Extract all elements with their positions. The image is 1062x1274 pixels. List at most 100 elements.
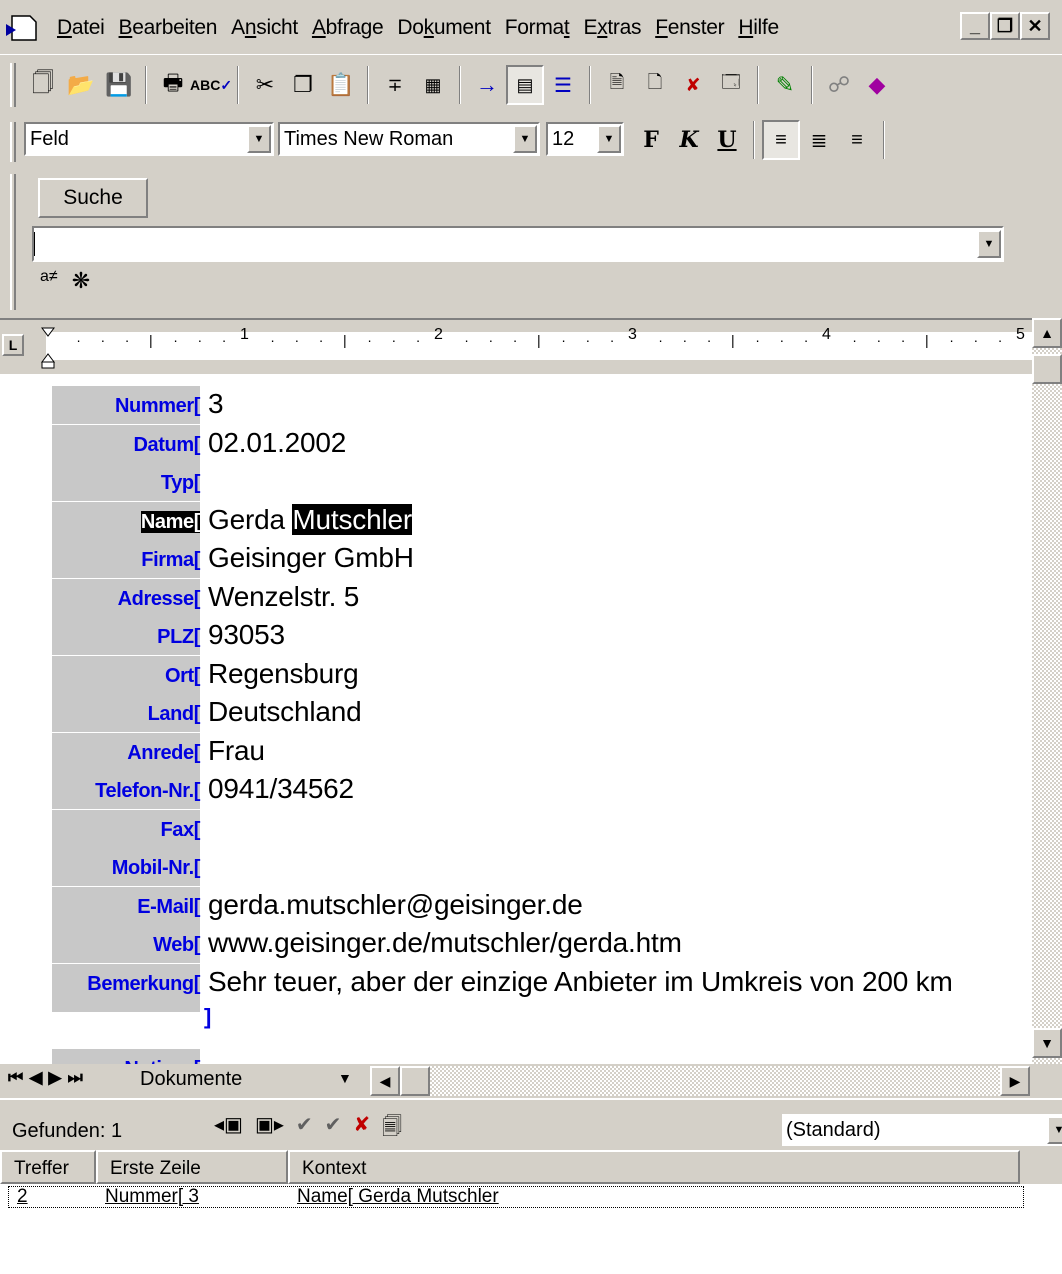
field-value[interactable]: Gerda Mutschler [208, 502, 412, 538]
field-value[interactable]: gerda.mutschler@geisinger.de [208, 887, 583, 923]
replace-icon[interactable]: 🗐 [382, 1112, 402, 1146]
chevron-down-icon[interactable]: ▼ [513, 125, 537, 153]
field-label[interactable]: Fax[ [52, 809, 200, 848]
scroll-thumb[interactable] [1032, 354, 1062, 384]
align-center-icon[interactable]: ≣ [800, 120, 838, 160]
last-record-icon[interactable]: ⏭ [67, 1068, 82, 1088]
vertical-scrollbar[interactable]: ▲ ▼ [1032, 318, 1062, 1064]
field-value[interactable]: www.geisinger.de/mutschler/gerda.htm [208, 925, 682, 961]
scroll-up-icon[interactable]: ▲ [1032, 318, 1062, 348]
document-icon[interactable] [6, 14, 40, 42]
field-list-icon[interactable]: ▦ [414, 65, 452, 105]
document-view[interactable]: Nummer[3 Datum[02.01.2002 Typ[Name[Gerda M… [0, 374, 1032, 1064]
field-label[interactable]: Adresse[ [52, 578, 200, 617]
chevron-down-icon[interactable]: ▼ [597, 125, 621, 153]
align-right-icon[interactable]: ≡ [838, 120, 876, 160]
menu-item-fenster[interactable]: Fenster [648, 10, 731, 46]
copy-icon[interactable]: ❐ [284, 65, 322, 105]
search-button[interactable]: Suche [38, 178, 148, 218]
menu-item-ansicht[interactable]: Ansicht [224, 10, 305, 46]
restore-icon[interactable]: ❐ [990, 12, 1020, 40]
properties-icon[interactable]: 🗔 [712, 65, 750, 105]
field-label[interactable]: Bemerkung[ [52, 963, 200, 1002]
help-book-icon[interactable]: ◆ [858, 65, 896, 105]
chevron-down-icon[interactable]: ▼ [977, 230, 1001, 258]
wildcard-icon[interactable]: ❋ [72, 268, 90, 294]
mark-icon[interactable]: ✔ [296, 1112, 313, 1146]
mark-all-icon[interactable]: ✔ [325, 1112, 342, 1146]
table-row[interactable]: 2 Nummer[ 3 Name[ Gerda Mutschler [8, 1186, 1024, 1208]
field-value[interactable]: Wenzelstr. 5 [208, 579, 359, 615]
table-view-icon[interactable]: ☰ [544, 65, 582, 105]
italic-button[interactable]: K [670, 120, 708, 160]
chevron-down-icon[interactable]: ▼ [338, 1070, 352, 1086]
cut-icon[interactable]: ✂ [246, 65, 284, 105]
field-label[interactable]: Firma[ [52, 540, 200, 578]
scroll-left-icon[interactable]: ◀ [370, 1066, 400, 1096]
underline-button[interactable]: U [708, 120, 746, 160]
field-label[interactable]: Name[ [52, 501, 200, 540]
align-left-icon[interactable]: ≡ [762, 120, 800, 160]
page-view-icon[interactable]: ▤ [506, 65, 544, 105]
field-value[interactable]: Regensburg [208, 656, 359, 692]
style-select[interactable]: Feld ▼ [24, 122, 274, 156]
field-label[interactable]: Anrede[ [52, 732, 200, 771]
case-sensitive-icon[interactable]: a≠ [40, 268, 58, 294]
tab-stop-icon[interactable]: L [2, 334, 24, 356]
field-value[interactable]: Frau [208, 733, 265, 769]
field-label[interactable]: Land[ [52, 694, 200, 732]
field-value[interactable]: 93053 [208, 617, 285, 653]
column-header[interactable]: Kontext [288, 1150, 1020, 1184]
indent-marker-icon[interactable] [40, 326, 56, 370]
field-label[interactable]: Datum[ [52, 424, 200, 463]
field-value[interactable]: 3 [208, 386, 224, 422]
scroll-down-icon[interactable]: ▼ [1032, 1028, 1062, 1058]
field-label[interactable]: Telefon-Nr.[ [52, 771, 200, 809]
link-icon[interactable]: ☍ [820, 65, 858, 105]
menu-item-datei[interactable]: Datei [50, 10, 112, 46]
bold-button[interactable]: F [632, 120, 670, 160]
font-size-select[interactable]: 12 ▼ [546, 122, 624, 156]
field-label[interactable]: Mobil-Nr.[ [52, 848, 200, 886]
field-value[interactable]: Sehr teuer, aber der einzige Anbieter im… [208, 964, 953, 1000]
delete-record-icon[interactable]: ✘ [674, 65, 712, 105]
minimize-icon[interactable]: _ [960, 12, 990, 40]
remove-icon[interactable]: ✘ [353, 1112, 370, 1146]
column-header[interactable]: Treffer [0, 1150, 96, 1184]
next-arrow-icon[interactable]: → [468, 65, 506, 105]
h-scroll-thumb[interactable] [400, 1066, 430, 1096]
chevron-down-icon[interactable]: ▼ [1047, 1116, 1062, 1144]
field-label[interactable]: E-Mail[ [52, 886, 200, 925]
field-value[interactable]: Deutschland [208, 694, 362, 730]
result-style-select[interactable]: (Standard) ▼ [782, 1114, 1062, 1146]
menu-item-bearbeiten[interactable]: Bearbeiten [112, 10, 225, 46]
field-value[interactable]: Geisinger GmbH [208, 540, 414, 576]
menu-item-abfrage[interactable]: Abfrage [305, 10, 390, 46]
document-page-icon[interactable]: 🗎 [598, 65, 636, 105]
next-record-icon[interactable]: ▶ [48, 1068, 61, 1088]
edit-tool-icon[interactable]: ✎ [766, 65, 804, 105]
menu-item-extras[interactable]: Extras [576, 10, 648, 46]
next-hit-icon[interactable]: ▣▸ [255, 1112, 284, 1146]
prev-record-icon[interactable]: ◀ [29, 1068, 42, 1088]
close-icon[interactable]: ✕ [1020, 12, 1050, 40]
new-document-icon[interactable]: 🗍 [24, 65, 62, 105]
field-label[interactable]: Web[ [52, 925, 200, 963]
field-value[interactable]: 02.01.2002 [208, 425, 346, 461]
search-input[interactable]: ▼ [32, 226, 1004, 262]
open-folder-icon[interactable]: 📂 [62, 65, 100, 105]
print-icon[interactable]: 🖶 [154, 65, 192, 105]
paste-icon[interactable]: 📋 [322, 65, 360, 105]
previous-hit-icon[interactable]: ◂▣ [214, 1112, 243, 1146]
spellcheck-icon[interactable]: ABC ✓ [190, 65, 232, 105]
menu-item-format[interactable]: Format [498, 10, 577, 46]
menu-item-hilfe[interactable]: Hilfe [731, 10, 786, 46]
toolbar-grip[interactable] [10, 63, 16, 107]
format-toolbar-grip[interactable] [10, 122, 16, 162]
field-label[interactable]: Typ[ [52, 463, 200, 501]
horizontal-scrollbar[interactable]: ◀ ▶ [370, 1066, 1030, 1096]
save-icon[interactable]: 💾 [100, 65, 138, 105]
first-record-icon[interactable]: ⏮ [8, 1068, 23, 1088]
menu-item-dokument[interactable]: Dokument [390, 10, 497, 46]
chevron-down-icon[interactable]: ▼ [247, 125, 271, 153]
